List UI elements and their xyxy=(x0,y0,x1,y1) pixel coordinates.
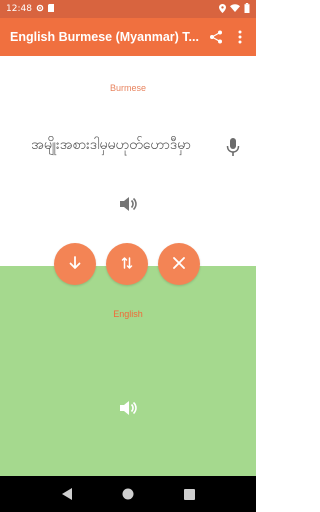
recents-icon[interactable] xyxy=(182,487,196,501)
app-title: English Burmese (Myanmar) T... xyxy=(10,30,199,44)
swap-languages-button[interactable] xyxy=(106,243,148,285)
arrow-down-icon xyxy=(68,255,82,274)
status-right xyxy=(219,3,250,15)
more-vert-icon[interactable] xyxy=(232,29,248,45)
wifi-icon xyxy=(230,4,240,14)
close-icon xyxy=(172,255,186,274)
gear-icon xyxy=(36,4,44,14)
sd-card-icon xyxy=(47,4,55,14)
source-speaker-icon[interactable] xyxy=(118,194,138,214)
source-text-input[interactable]: အမျိုးအစားဒါမှမဟုတ်ဟောဒီမှာ xyxy=(0,135,222,156)
battery-icon xyxy=(244,3,250,15)
translate-down-button[interactable] xyxy=(54,243,96,285)
source-panel: Burmese အမျိုးအစားဒါမှမဟုတ်ဟောဒီမှာ xyxy=(0,56,256,266)
status-bar: 12:48 xyxy=(0,0,256,18)
source-language-label[interactable]: Burmese xyxy=(0,83,256,93)
app-actions xyxy=(208,29,248,45)
share-icon[interactable] xyxy=(208,29,224,45)
target-panel: English xyxy=(0,266,256,476)
status-time: 12:48 xyxy=(6,4,32,14)
nav-bar xyxy=(0,476,256,512)
clear-button[interactable] xyxy=(158,243,200,285)
status-left: 12:48 xyxy=(6,4,219,14)
mic-icon[interactable] xyxy=(226,138,240,156)
target-language-label[interactable]: English xyxy=(0,309,256,319)
target-speaker-icon[interactable] xyxy=(118,398,138,418)
swap-icon xyxy=(120,255,134,274)
location-icon xyxy=(219,3,226,15)
app-bar: English Burmese (Myanmar) T... xyxy=(0,18,256,56)
home-icon[interactable] xyxy=(121,487,135,501)
back-icon[interactable] xyxy=(60,487,74,501)
